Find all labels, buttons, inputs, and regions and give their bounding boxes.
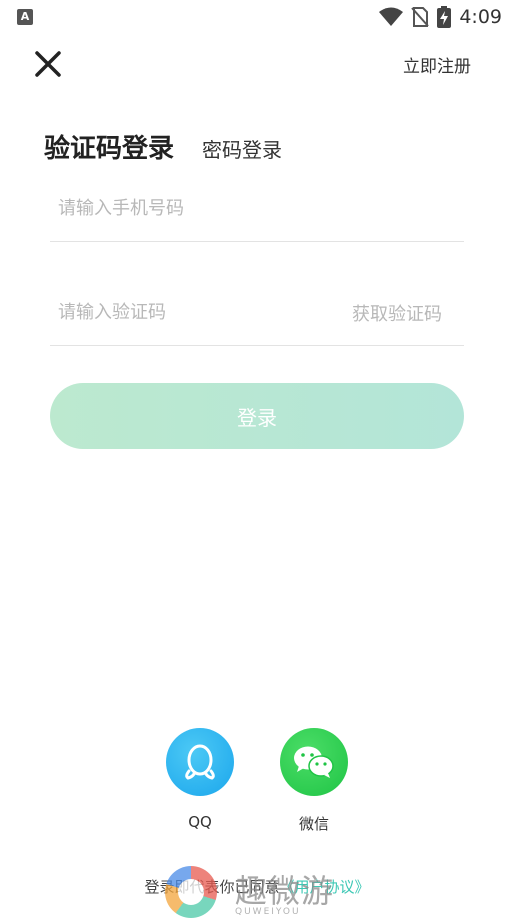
status-time: 4:09: [459, 6, 502, 28]
tab-code-login[interactable]: 验证码登录: [44, 128, 174, 165]
agreement-prefix: 登录即代表你已同意: [144, 878, 280, 896]
wifi-icon: [379, 7, 404, 26]
qq-penguin-icon: [185, 744, 215, 780]
wechat-login-button[interactable]: [280, 728, 348, 796]
login-button[interactable]: 登录: [50, 383, 464, 449]
phone-field: [50, 182, 464, 242]
qq-login: QQ: [155, 728, 245, 831]
no-sim-icon: [411, 7, 430, 27]
close-button[interactable]: [32, 48, 64, 80]
verification-code-input[interactable]: [58, 294, 318, 330]
app-notification-icon: A: [17, 9, 33, 25]
status-bar: A 4:09: [0, 0, 514, 34]
register-now-link[interactable]: 立即注册: [403, 52, 471, 77]
battery-charging-icon: [437, 6, 452, 28]
get-code-button[interactable]: 获取验证码: [352, 300, 442, 326]
phone-input[interactable]: [58, 190, 318, 226]
qq-label: QQ: [188, 813, 212, 831]
watermark-subtitle: QUWEIYOU: [235, 907, 301, 917]
wechat-login: 微信: [269, 728, 359, 834]
login-method-tabs: 验证码登录 密码登录: [44, 128, 282, 165]
status-icons: 4:09: [379, 6, 502, 28]
wechat-icon: [294, 746, 334, 778]
qq-login-button[interactable]: [166, 728, 234, 796]
close-icon: [35, 51, 61, 77]
agreement-text: 登录即代表你已同意《用户协议》: [0, 876, 514, 897]
code-field: 获取验证码: [50, 286, 464, 346]
user-agreement-link[interactable]: 《用户协议》: [280, 878, 370, 896]
tab-password-login[interactable]: 密码登录: [202, 134, 282, 163]
wechat-label: 微信: [298, 815, 329, 833]
